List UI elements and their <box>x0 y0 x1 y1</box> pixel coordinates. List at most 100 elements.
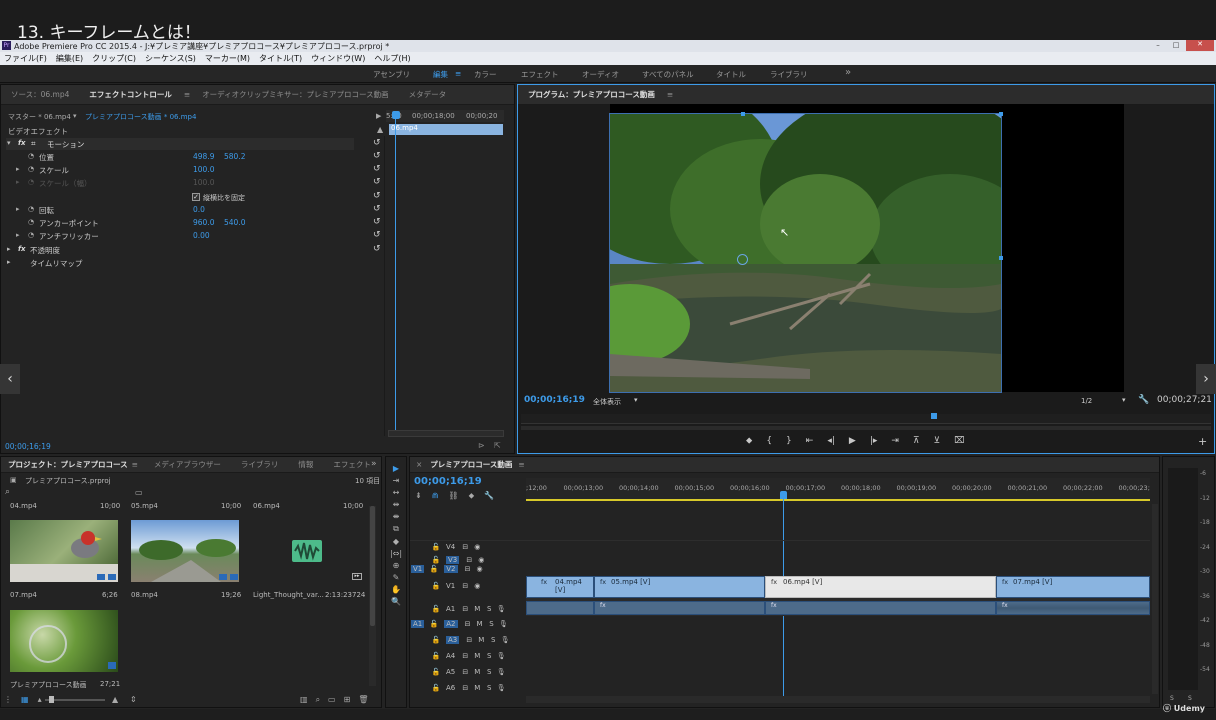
v2-label[interactable]: V2 <box>444 565 458 573</box>
lift-icon[interactable]: ⊼ <box>913 436 920 446</box>
button-editor-plus-icon[interactable]: + <box>1198 435 1207 448</box>
export-frame-icon[interactable]: ⌧ <box>954 436 964 446</box>
mute-icon[interactable]: M <box>475 636 487 644</box>
slide-tool-icon[interactable]: |⇔| <box>390 549 402 558</box>
voiceover-mic-icon[interactable]: 🎙 <box>498 620 510 628</box>
timeline-vertical-scrollbar[interactable] <box>1152 504 1158 694</box>
workspace-all-panels[interactable]: すべてのパネル <box>642 69 694 80</box>
linked-selection-icon[interactable]: ⛓ <box>448 491 458 501</box>
tab-effect-controls[interactable]: エフェクトコントロール <box>79 89 182 100</box>
ec-filter-icon[interactable]: ⊳ <box>478 441 485 450</box>
resolution-dropdown[interactable]: 1/2 <box>1081 397 1092 405</box>
reset-scale-width-button[interactable]: ↺ <box>373 177 381 187</box>
menu-help[interactable]: ヘルプ(H) <box>374 53 410 64</box>
insert-nested-icon[interactable]: ⇟ <box>415 491 422 501</box>
tab-menu-icon[interactable]: ≡ <box>182 90 192 99</box>
tab-info[interactable]: 情報 <box>288 459 323 470</box>
sync-lock-icon[interactable]: ⊟ <box>462 565 474 573</box>
scale-value[interactable]: 100.0 <box>193 165 214 174</box>
solo-icon[interactable]: S <box>486 620 498 628</box>
stopwatch-icon[interactable]: ◔ <box>28 165 34 173</box>
clip-07-video[interactable]: fx 07.mp4 [V] <box>996 576 1150 598</box>
a4-label[interactable]: A4 <box>446 652 455 660</box>
program-menu-icon[interactable]: ≡ <box>665 90 675 99</box>
a6-label[interactable]: A6 <box>446 684 455 692</box>
ec-clip-bar[interactable]: 06.mp4 <box>389 124 503 135</box>
solo-right-button[interactable]: S <box>1188 695 1192 702</box>
extract-icon[interactable]: ⊻ <box>934 436 941 446</box>
thumbnail-zoom-handle[interactable] <box>49 696 54 703</box>
razor-tool-icon[interactable]: ⧉ <box>393 524 399 534</box>
rate-stretch-tool-icon[interactable]: ⇼ <box>393 512 400 521</box>
mute-icon[interactable]: M <box>474 620 486 628</box>
voiceover-mic-icon[interactable]: 🎙 <box>499 636 511 644</box>
scroll-up-icon[interactable]: ▲ <box>377 125 383 134</box>
lock-track-icon[interactable]: 🔓 <box>430 582 442 590</box>
a1-label[interactable]: A1 <box>446 605 455 613</box>
resolution-dropdown-arrow-icon[interactable]: ▾ <box>1122 396 1126 404</box>
lock-track-icon[interactable]: 🔓 <box>430 543 442 551</box>
uniform-scale-checkbox[interactable]: ✓ <box>192 193 200 201</box>
project-menu-icon[interactable]: ≡ <box>132 460 144 469</box>
workspace-color[interactable]: カラー <box>474 69 497 80</box>
icon-view-icon[interactable]: ▴ <box>38 695 42 704</box>
voiceover-mic-icon[interactable]: 🎙 <box>495 605 507 613</box>
menu-window[interactable]: ウィンドウ(W) <box>311 53 365 64</box>
lock-track-icon[interactable]: 🔓 <box>428 620 440 628</box>
delete-icon[interactable]: 🗑 <box>358 695 368 705</box>
close-button[interactable]: ✕ <box>1186 40 1214 51</box>
zoom-tool-icon[interactable]: 🔍 <box>391 597 401 606</box>
new-bin-icon[interactable]: ▭ <box>135 488 143 497</box>
tab-program[interactable]: プログラム：プレミアプロコース動画 <box>518 89 665 100</box>
ec-playhead[interactable] <box>395 112 396 432</box>
lock-track-icon[interactable]: 🔓 <box>430 652 442 660</box>
v1-label[interactable]: V1 <box>446 582 455 590</box>
zoom-large-icon[interactable]: ▲ <box>112 695 118 704</box>
voiceover-mic-icon[interactable]: 🎙 <box>495 668 507 676</box>
reset-uniform-button[interactable]: ↺ <box>373 191 381 201</box>
selection-tool-icon[interactable]: ▶ <box>393 464 399 473</box>
pen-tool-icon[interactable]: ✎ <box>393 573 400 582</box>
anchor-y-value[interactable]: 540.0 <box>224 218 245 227</box>
source-a1-patch[interactable]: A1 <box>411 620 425 628</box>
solo-icon[interactable]: S <box>483 652 495 660</box>
sort-icon[interactable]: ⇕ <box>130 695 137 704</box>
rotation-value[interactable]: 0.0 <box>193 205 205 214</box>
mute-icon[interactable]: M <box>471 605 483 613</box>
close-sequence-icon[interactable]: × <box>410 460 426 469</box>
mute-icon[interactable]: M <box>471 652 483 660</box>
ec-export-icon[interactable]: ⇱ <box>494 441 501 450</box>
video-frame[interactable] <box>610 114 1001 392</box>
lock-track-icon[interactable]: 🔓 <box>430 668 442 676</box>
hand-tool-icon[interactable]: ✋ <box>391 585 401 594</box>
tab-media-browser[interactable]: メディアブラウザー <box>144 459 231 470</box>
program-playhead[interactable] <box>931 413 937 419</box>
pen-crosshair-tool-icon[interactable]: ⊕ <box>393 561 400 570</box>
lock-track-icon[interactable]: 🔓 <box>430 636 442 644</box>
clip-06-audio[interactable]: fx <box>765 601 996 615</box>
thumbnail-sequence[interactable] <box>10 610 118 672</box>
go-to-in-icon[interactable]: ⇤ <box>806 436 814 446</box>
menu-edit[interactable]: 編集(E) <box>56 53 83 64</box>
voiceover-mic-icon[interactable]: 🎙 <box>495 652 507 660</box>
maximize-button[interactable]: □ <box>1168 41 1184 50</box>
stopwatch-icon[interactable]: ◔ <box>28 205 34 213</box>
reset-anchor-button[interactable]: ↺ <box>373 217 381 227</box>
reset-anti-flicker-button[interactable]: ↺ <box>373 230 381 240</box>
stopwatch-icon[interactable]: ◔ <box>28 152 34 160</box>
timeline-timecode[interactable]: 00;00;16;19 <box>414 476 482 487</box>
clip-04-audio[interactable] <box>526 601 594 615</box>
workspace-overflow-button[interactable]: » <box>845 67 851 78</box>
settings-wrench-icon[interactable]: 🔧 <box>1138 395 1149 405</box>
workspace-effects[interactable]: エフェクト <box>521 69 559 80</box>
expand-scale-icon[interactable]: ▸ <box>16 165 20 173</box>
transform-icon[interactable]: ⌗ <box>31 139 36 149</box>
minimize-button[interactable]: – <box>1150 41 1166 50</box>
play-audio-icon[interactable]: ▶ <box>376 112 381 120</box>
timeline-settings-icon[interactable]: 🔧 <box>484 491 494 501</box>
expand-motion-icon[interactable]: ▾ <box>7 139 11 147</box>
bbox-handle-top-right[interactable] <box>999 112 1003 116</box>
anchor-point-crosshair-icon[interactable] <box>737 254 748 265</box>
clip-07-audio[interactable]: fx <box>996 601 1150 615</box>
tab-project[interactable]: プロジェクト：プレミアプロコース <box>1 459 132 470</box>
